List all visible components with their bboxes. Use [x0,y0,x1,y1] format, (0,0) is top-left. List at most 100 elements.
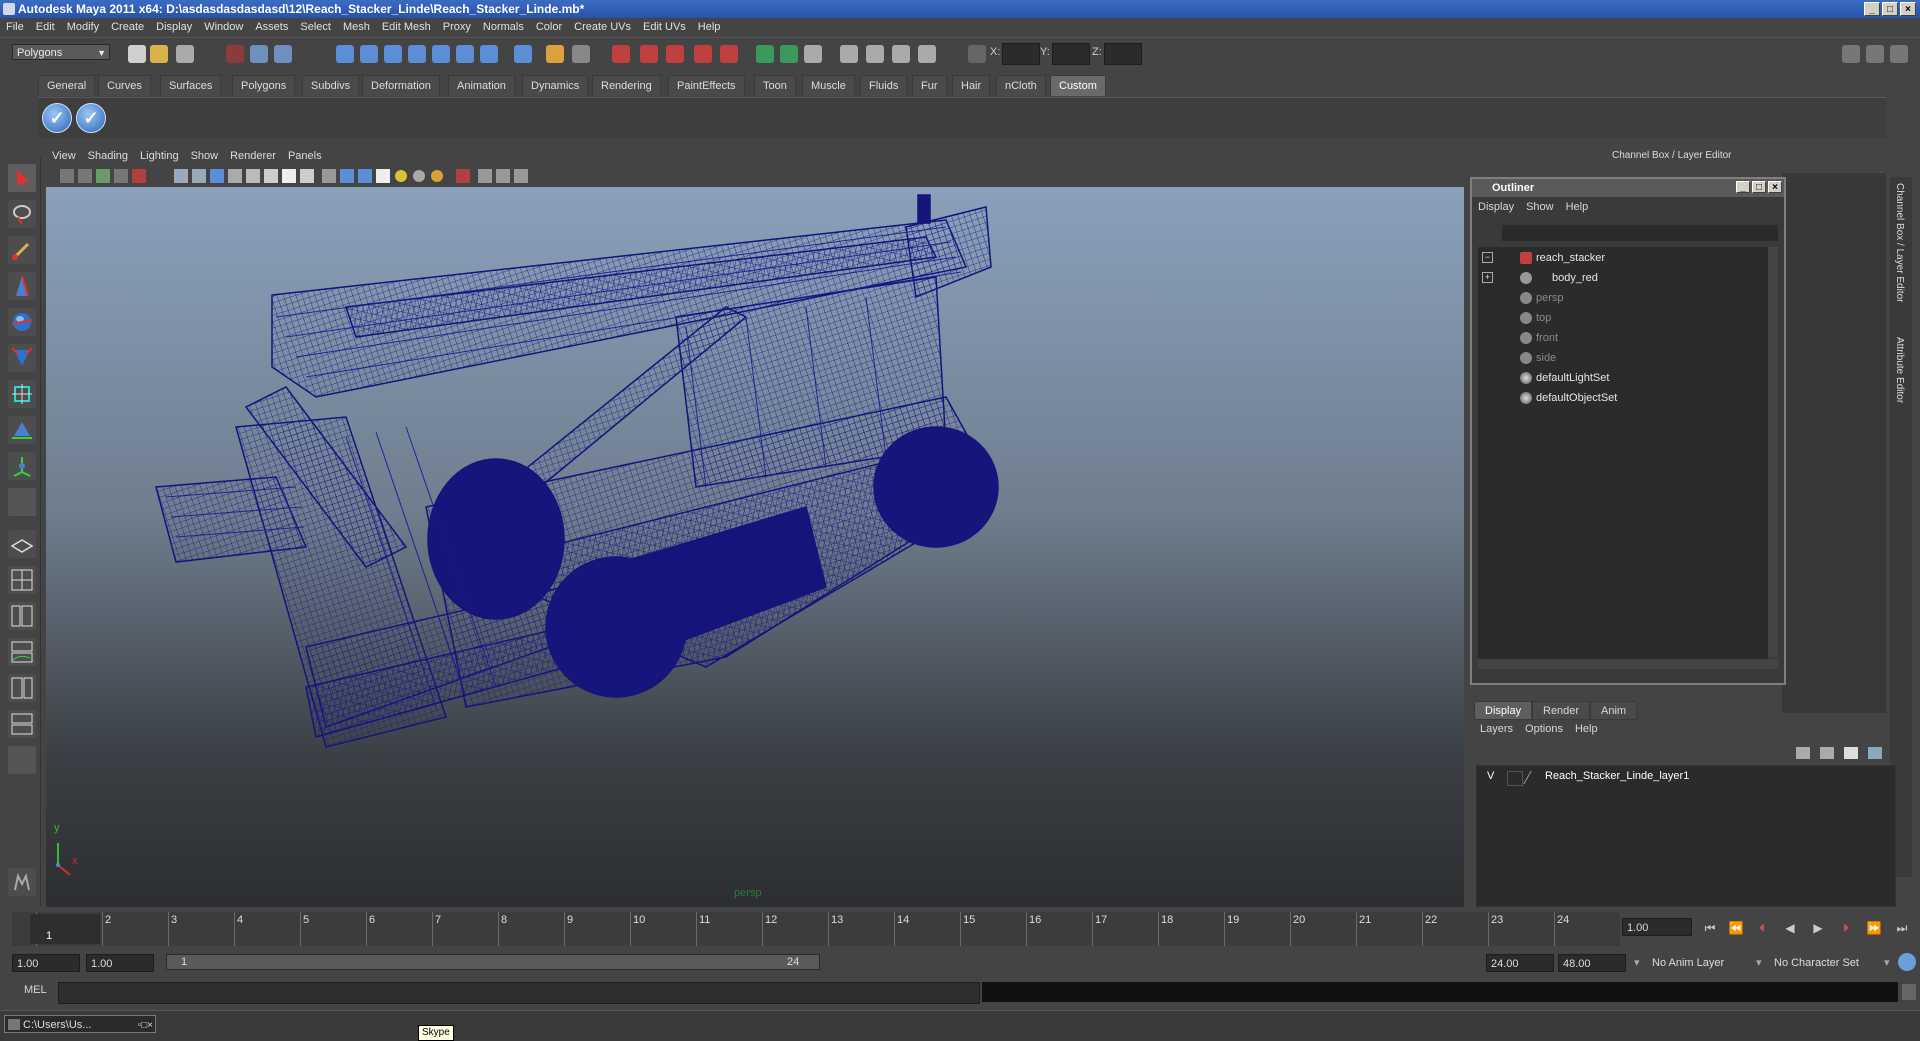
menu-normals[interactable]: Normals [477,18,530,37]
single-perspective-layout-icon[interactable] [8,530,36,558]
four-view-layout-icon[interactable] [8,566,36,594]
select-object-icon[interactable] [250,45,268,63]
character-set-dropdown[interactable]: No Character Set [1774,954,1884,972]
attribute-editor-toggle-icon[interactable] [1842,45,1860,63]
channel-box-toggle-icon[interactable] [1890,45,1908,63]
layer-tab-render[interactable]: Render [1532,701,1591,720]
outliner-close-button[interactable]: × [1768,181,1782,193]
transform-field-icon[interactable] [968,45,986,63]
outliner-item-top[interactable]: top [1478,309,1758,327]
layer-row[interactable]: V Reach_Stacker_Linde_layer1 [1477,770,1895,786]
select-hierarchy-icon[interactable] [226,45,244,63]
layer-type-toggle[interactable] [1507,771,1523,786]
menu-create[interactable]: Create [105,18,150,37]
shelf-checkmark-button-1[interactable]: ✓ [42,103,72,133]
menu-modify[interactable]: Modify [61,18,105,37]
go-to-end-icon[interactable]: ⏭ [1892,920,1912,936]
hypershade-persp-layout-icon[interactable] [8,674,36,702]
viewport-menu-show[interactable]: Show [185,147,225,165]
auto-key-icon[interactable] [1898,953,1916,971]
move-tool-icon[interactable] [8,272,36,300]
menu-proxy[interactable]: Proxy [437,18,477,37]
shelf-tab-ncloth[interactable]: nCloth [996,75,1046,96]
outliner-maximize-button[interactable]: □ [1752,181,1766,193]
outliner-menu-display[interactable]: Display [1472,197,1520,217]
persp-outliner-layout-icon[interactable] [8,602,36,630]
maximize-button[interactable]: □ [1882,2,1898,16]
outliner-filter-input[interactable] [1502,225,1778,241]
snap-curve-icon[interactable] [360,45,378,63]
shelf-tab-toon[interactable]: Toon [754,75,796,96]
outliner-item-default-object-set[interactable]: defaultObjectSet [1478,389,1758,407]
menu-help[interactable]: Help [692,18,727,37]
hypergraph-icon[interactable] [918,45,936,63]
command-language-label[interactable]: MEL [24,984,47,996]
command-input[interactable] [58,982,980,1004]
lasso-tool-icon[interactable] [8,200,36,228]
shelf-tab-fluids[interactable]: Fluids [860,75,908,96]
shelf-tab-general[interactable]: General [38,75,96,96]
layout-more-icon[interactable] [8,746,36,774]
outliner-horizontal-scrollbar[interactable] [1478,659,1778,669]
lock-icon[interactable] [546,45,564,63]
go-to-start-icon[interactable]: ⏮ [1700,920,1720,936]
last-tool-icon[interactable] [8,488,36,516]
layout-two-icon[interactable] [780,45,798,63]
outliner-vertical-scrollbar[interactable] [1768,247,1778,657]
play-forwards-icon[interactable]: ▶ [1808,920,1828,936]
snap-live-icon[interactable] [432,45,450,63]
layer-menu-options[interactable]: Options [1519,723,1569,735]
y-field[interactable] [1052,43,1090,65]
side-tab-channel-box[interactable]: Channel Box / Layer Editor [1894,183,1905,303]
graph-editor-icon[interactable] [840,45,858,63]
z-field[interactable] [1104,43,1142,65]
taskbar-item-controls[interactable]: ▫□× [138,1017,153,1035]
close-button[interactable]: × [1900,2,1916,16]
script-editor-icon[interactable] [1902,984,1916,1000]
play-backwards-icon[interactable]: ◀ [1780,920,1800,936]
chevron-down-icon[interactable]: ▾ [1634,954,1640,972]
render-settings-icon[interactable] [666,45,684,63]
layer-color-swatch[interactable] [1523,771,1542,784]
open-scene-icon[interactable] [150,45,168,63]
expand-icon[interactable]: + [1482,272,1493,283]
select-tool-icon[interactable] [8,164,36,192]
step-forward-icon[interactable]: ⏩ [1864,920,1884,936]
save-scene-icon[interactable] [176,45,194,63]
layer-tab-anim[interactable]: Anim [1590,701,1638,720]
shelf-tab-fur[interactable]: Fur [912,75,947,96]
select-component-icon[interactable] [274,45,292,63]
viewport-menu-renderer[interactable]: Renderer [224,147,282,165]
camera-icons[interactable] [60,169,528,183]
new-scene-icon[interactable] [128,45,146,63]
hypershade-icon[interactable] [694,45,712,63]
shelf-tab-dynamics[interactable]: Dynamics [522,75,589,96]
help-icon[interactable] [514,45,532,63]
current-frame-marker[interactable]: 1 [30,914,100,944]
input-output-icon[interactable] [572,45,590,63]
menu-edit-uvs[interactable]: Edit UVs [637,18,692,37]
soft-mod-tool-icon[interactable] [8,416,36,444]
outliner-item-default-light-set[interactable]: defaultLightSet [1478,369,1758,387]
chevron-down-icon[interactable]: ▾ [1884,954,1890,972]
playback-end-field[interactable]: 24.00 [1486,954,1554,972]
shelf-tab-polygons[interactable]: Polygons [232,75,296,96]
side-tab-attribute-editor[interactable]: Attribute Editor [1894,337,1905,403]
shelf-tab-muscle[interactable]: Muscle [802,75,855,96]
chevron-down-icon[interactable]: ▾ [1756,954,1762,972]
outliner-item-persp[interactable]: persp [1478,289,1758,307]
tool-settings-toggle-icon[interactable] [1866,45,1884,63]
outliner-item-body-red[interactable]: + body_red [1478,269,1758,287]
shelf-tab-deformation[interactable]: Deformation [362,75,440,96]
menu-edit[interactable]: Edit [30,18,61,37]
viewport-menu-panels[interactable]: Panels [282,147,328,165]
taskbar-item[interactable]: C:\Users\Us... ▫□× [4,1015,156,1033]
menu-set-selector[interactable]: Polygons ▼ [12,44,110,60]
shelf-tab-surfaces[interactable]: Surfaces [160,75,222,96]
menu-color[interactable]: Color [530,18,568,37]
snap-grid-icon[interactable] [336,45,354,63]
layer-visibility-toggle[interactable]: V [1487,770,1494,782]
viewport-menu-lighting[interactable]: Lighting [134,147,185,165]
construction-history-icon[interactable] [480,45,498,63]
playback-start-field[interactable]: 1.00 [86,954,154,972]
